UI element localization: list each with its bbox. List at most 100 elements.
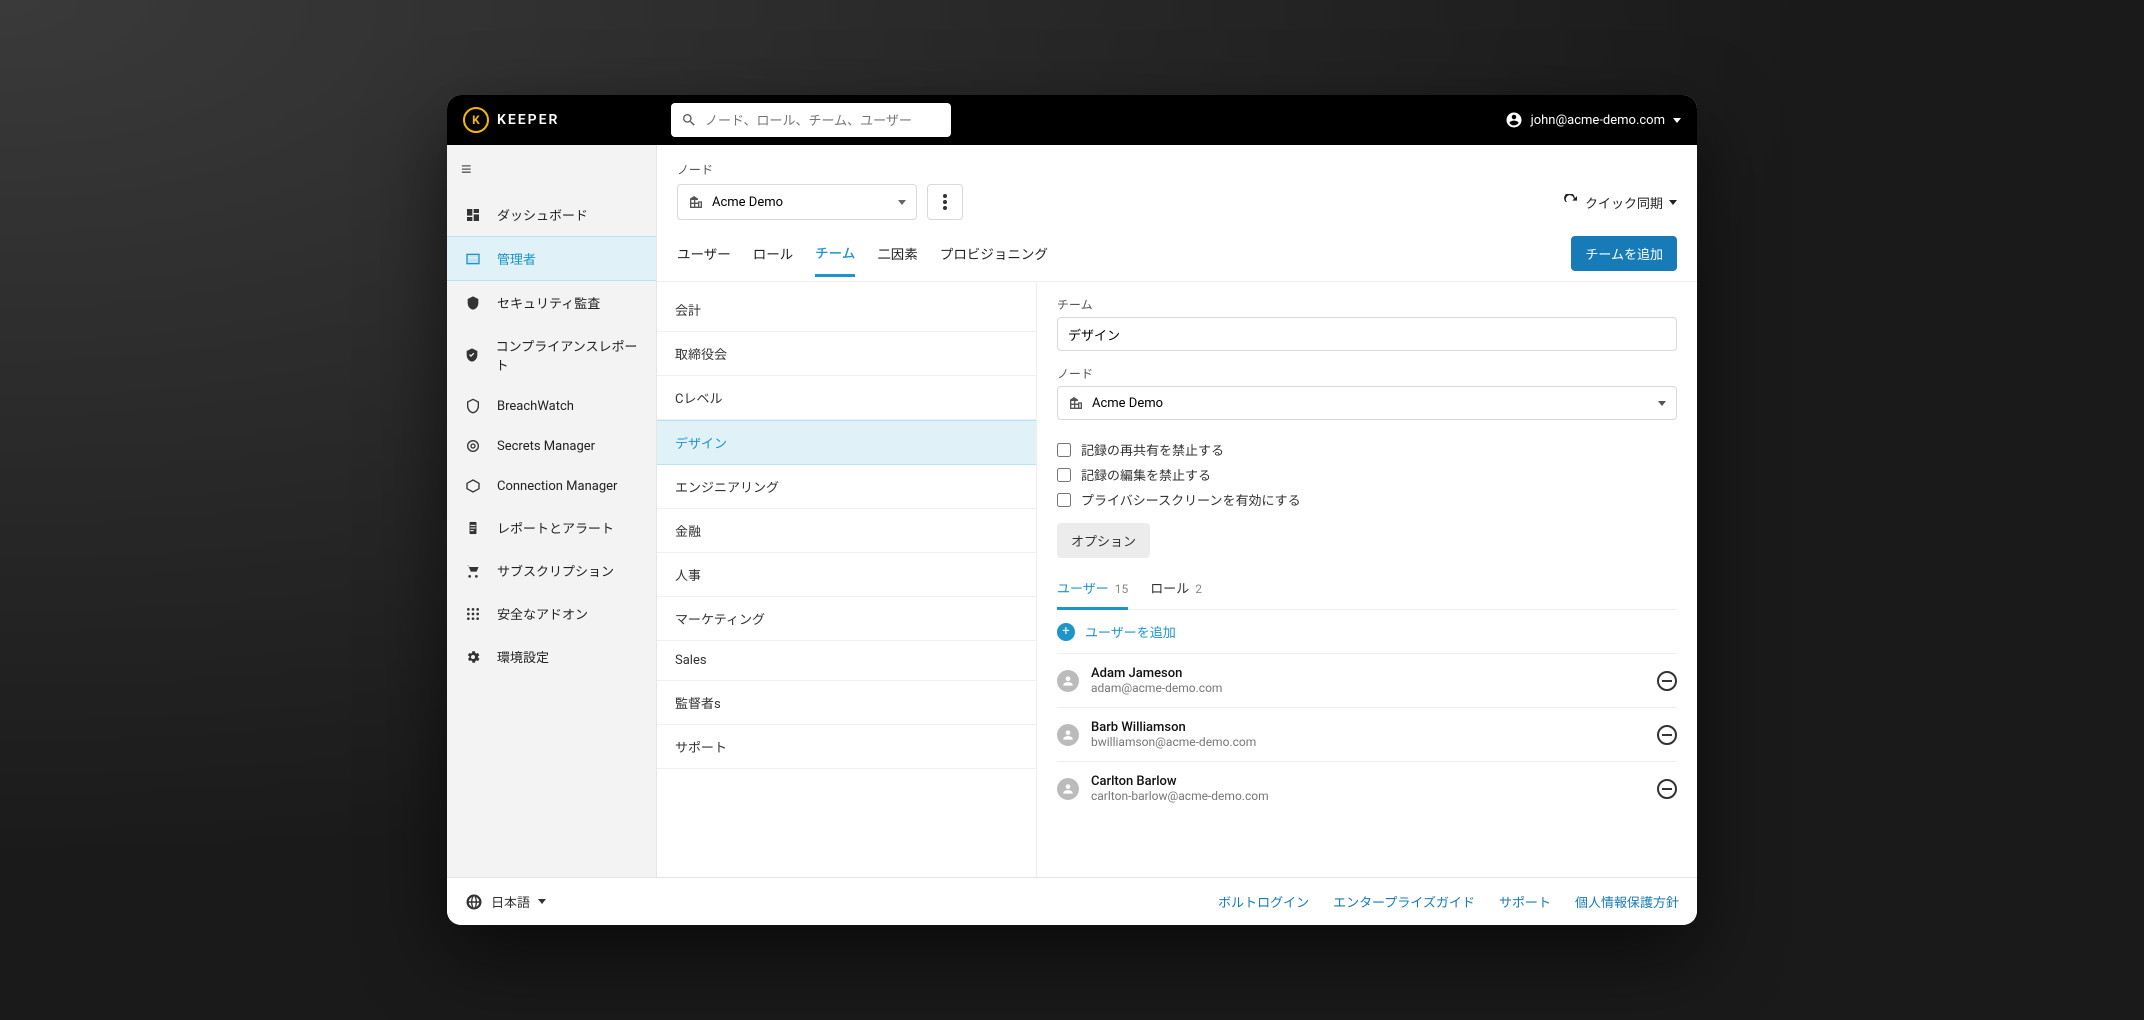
remove-member-button[interactable] <box>1657 671 1677 691</box>
check-label: 記録の再共有を禁止する <box>1081 440 1224 459</box>
check-restrict-reshare[interactable]: 記録の再共有を禁止する <box>1057 440 1677 459</box>
tab-roles[interactable]: ロール <box>753 243 794 275</box>
member-name: Adam Jameson <box>1091 666 1645 681</box>
subtab-count: 15 <box>1115 582 1129 596</box>
checkbox[interactable] <box>1057 443 1071 457</box>
sidebar-item-reports[interactable]: レポートとアラート <box>447 506 656 549</box>
detail-node-select[interactable]: Acme Demo <box>1057 386 1677 420</box>
node-more-menu[interactable] <box>927 184 963 220</box>
chevron-down-icon <box>1658 401 1666 406</box>
sidebar-item-compliance[interactable]: コンプライアンスレポート <box>447 324 656 386</box>
team-item-selected[interactable]: デザイン <box>657 420 1036 465</box>
team-item[interactable]: 監督者s <box>657 681 1036 725</box>
sidebar-item-addons[interactable]: 安全なアドオン <box>447 592 656 635</box>
node-select-value: Acme Demo <box>712 195 783 210</box>
add-user-label: ユーザーを追加 <box>1085 622 1176 641</box>
subtab-roles[interactable]: ロール 2 <box>1150 578 1202 609</box>
gear-icon <box>463 649 483 665</box>
tab-teams[interactable]: チーム <box>815 242 855 277</box>
sidebar-item-secrets-manager[interactable]: Secrets Manager <box>447 426 656 466</box>
add-team-button[interactable]: チームを追加 <box>1571 236 1677 271</box>
grid-icon <box>463 606 483 622</box>
app-window: K KEEPER john@acme-demo.com ≡ ダッシュボード <box>447 95 1697 925</box>
search-input[interactable] <box>705 113 941 128</box>
sidebar-item-dashboard[interactable]: ダッシュボード <box>447 193 656 236</box>
sidebar-item-admin[interactable]: 管理者 <box>447 236 656 281</box>
member-email: bwilliamson@acme-demo.com <box>1091 735 1645 749</box>
subtab-users[interactable]: ユーザー 15 <box>1057 578 1128 610</box>
checkbox[interactable] <box>1057 493 1071 507</box>
member-row: Barb Williamson bwilliamson@acme-demo.co… <box>1057 707 1677 761</box>
sidebar-item-label: Connection Manager <box>497 479 617 494</box>
member-row: Adam Jameson adam@acme-demo.com <box>1057 653 1677 707</box>
user-email: john@acme-demo.com <box>1531 113 1665 128</box>
footer-link-support[interactable]: サポート <box>1499 892 1551 911</box>
checkbox[interactable] <box>1057 468 1071 482</box>
check-restrict-edit[interactable]: 記録の編集を禁止する <box>1057 465 1677 484</box>
sidebar-item-settings[interactable]: 環境設定 <box>447 635 656 678</box>
sidebar-item-subscriptions[interactable]: サブスクリプション <box>447 549 656 592</box>
subtab-label: ユーザー <box>1057 578 1109 597</box>
check-privacy-screen[interactable]: プライバシースクリーンを有効にする <box>1057 490 1677 509</box>
team-item[interactable]: 取締役会 <box>657 332 1036 376</box>
sidebar-item-label: セキュリティ監査 <box>497 293 600 312</box>
logo-text: KEEPER <box>497 112 559 128</box>
remove-member-button[interactable] <box>1657 779 1677 799</box>
dashboard-icon <box>463 207 483 223</box>
tabs: ユーザー ロール チーム 二因素 プロビジョニング チームを追加 <box>657 220 1697 282</box>
search-box[interactable] <box>671 103 951 137</box>
tab-2fa[interactable]: 二因素 <box>877 243 918 275</box>
chevron-down-icon <box>538 899 546 904</box>
chevron-down-icon <box>1673 118 1681 123</box>
check-label: プライバシースクリーンを有効にする <box>1081 490 1301 509</box>
sidebar-item-label: 環境設定 <box>497 647 549 666</box>
org-icon <box>1068 395 1084 411</box>
footer-link-enterprise-guide[interactable]: エンタープライズガイド <box>1333 892 1475 911</box>
sidebar-item-connection-manager[interactable]: Connection Manager <box>447 466 656 506</box>
sidebar-item-security-audit[interactable]: セキュリティ監査 <box>447 281 656 324</box>
sidebar-item-label: 安全なアドオン <box>497 604 588 623</box>
detail-node-label: ノード <box>1057 365 1677 382</box>
quick-sync-label: クイック同期 <box>1585 193 1663 212</box>
add-user-button[interactable]: + ユーザーを追加 <box>1057 610 1677 653</box>
team-item[interactable]: 人事 <box>657 553 1036 597</box>
team-item[interactable]: Sales <box>657 641 1036 681</box>
main-header: ノード Acme Demo クイック同期 <box>657 145 1697 220</box>
language-selector[interactable]: 日本語 <box>465 892 546 911</box>
team-item[interactable]: サポート <box>657 725 1036 769</box>
member-name: Carlton Barlow <box>1091 774 1645 789</box>
remove-member-button[interactable] <box>1657 725 1677 745</box>
tab-provisioning[interactable]: プロビジョニング <box>940 243 1048 275</box>
team-item[interactable]: Cレベル <box>657 376 1036 420</box>
quick-sync-button[interactable]: クイック同期 <box>1563 193 1677 212</box>
sidebar-item-label: サブスクリプション <box>497 561 614 580</box>
user-menu[interactable]: john@acme-demo.com <box>1505 111 1681 129</box>
team-item[interactable]: 会計 <box>657 288 1036 332</box>
globe-icon <box>465 893 483 911</box>
options-button[interactable]: オプション <box>1057 523 1150 558</box>
member-email: carlton-barlow@acme-demo.com <box>1091 789 1645 803</box>
search-icon <box>681 112 697 128</box>
team-name-input[interactable] <box>1057 317 1677 351</box>
sidebar-item-label: Secrets Manager <box>497 439 595 454</box>
avatar-icon <box>1057 670 1079 692</box>
cart-icon <box>463 563 483 579</box>
team-item[interactable]: エンジニアリング <box>657 465 1036 509</box>
footer-link-vault[interactable]: ボルトログイン <box>1218 892 1309 911</box>
team-item[interactable]: 金融 <box>657 509 1036 553</box>
subtab-label: ロール <box>1150 578 1189 597</box>
footer-link-privacy[interactable]: 個人情報保護方針 <box>1575 892 1679 911</box>
sidebar-item-label: レポートとアラート <box>497 518 614 537</box>
footer: 日本語 ボルトログイン エンタープライズガイド サポート 個人情報保護方針 <box>447 877 1697 925</box>
node-select[interactable]: Acme Demo <box>677 184 917 220</box>
sidebar-toggle[interactable]: ≡ <box>447 153 656 187</box>
team-item[interactable]: マーケティング <box>657 597 1036 641</box>
detail-node-value: Acme Demo <box>1092 396 1163 411</box>
shield-icon <box>463 295 483 311</box>
footer-links: ボルトログイン エンタープライズガイド サポート 個人情報保護方針 <box>1218 892 1679 911</box>
chevron-down-icon <box>898 200 906 205</box>
logo: K KEEPER <box>463 107 653 133</box>
sidebar-item-breachwatch[interactable]: BreachWatch <box>447 386 656 426</box>
node-label: ノード <box>677 161 1677 178</box>
tab-users[interactable]: ユーザー <box>677 243 731 275</box>
